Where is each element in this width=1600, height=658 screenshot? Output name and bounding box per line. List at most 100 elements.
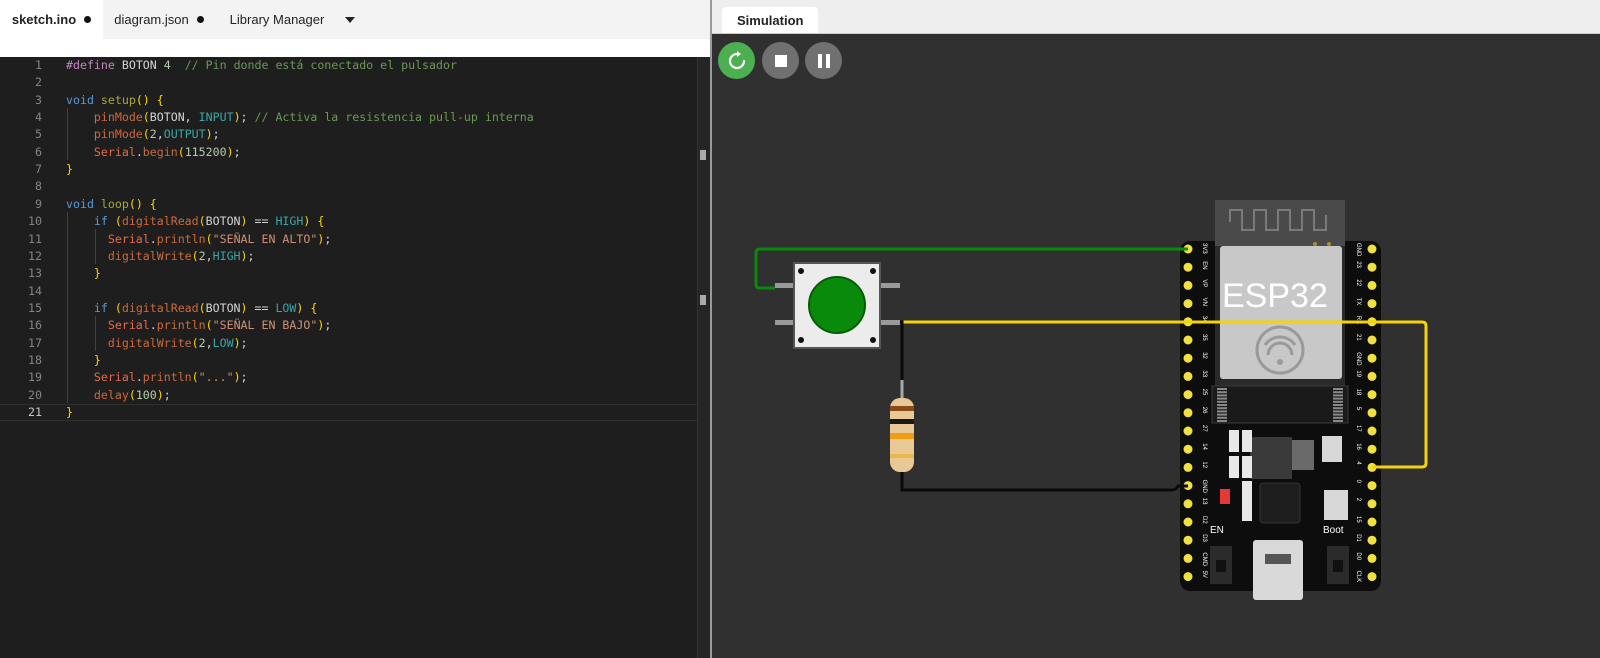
code-line[interactable]: 19 Serial.println("..."); (0, 369, 697, 386)
board-label: ESP32 (1222, 277, 1328, 315)
pin-left[interactable] (1183, 426, 1193, 436)
code-text: void setup() { (66, 92, 164, 107)
code-line[interactable]: 10 if (digitalRead(BOTON) == HIGH) { (0, 213, 697, 230)
pin-left[interactable] (1183, 408, 1193, 418)
pin-label: 13 (1201, 498, 1207, 505)
code-line[interactable]: 8 (0, 178, 697, 195)
tabs-dropdown-button[interactable] (338, 0, 362, 39)
code-line[interactable]: 7} (0, 161, 697, 178)
pin-right[interactable] (1367, 335, 1377, 345)
code-area[interactable]: 1 #define BOTON 4 // Pin donde está conec… (0, 57, 697, 658)
pin-right[interactable] (1367, 408, 1377, 418)
pin-label: TX (1355, 298, 1361, 306)
code-line[interactable]: 13 } (0, 265, 697, 282)
wire-black-to-gnd[interactable] (900, 472, 1188, 492)
pin-right[interactable] (1367, 572, 1377, 582)
code-line[interactable]: 4 pinMode(BOTON, INPUT); // Activa la re… (0, 109, 697, 126)
line-number: 2 (35, 75, 42, 90)
pin-label: CMD (1201, 552, 1207, 566)
code-line[interactable]: 9 void loop() { (0, 196, 697, 213)
line-number: 15 (28, 300, 42, 315)
pin-label: D0 (1355, 552, 1361, 560)
pin-right[interactable] (1367, 426, 1377, 436)
code-line[interactable]: 20 delay(100); (0, 387, 697, 404)
pin-left[interactable] (1183, 353, 1193, 363)
pin-label: VP (1201, 279, 1207, 287)
pin-left[interactable] (1183, 280, 1193, 290)
pin-label: 33 (1201, 370, 1207, 377)
pin-left[interactable] (1183, 572, 1193, 582)
code-text: } (93, 266, 101, 281)
code-line[interactable]: 21} (0, 404, 697, 421)
code-line[interactable]: 15 if (digitalRead(BOTON) == LOW) { (0, 300, 697, 317)
code-line[interactable]: 1 #define BOTON 4 // Pin donde está conec… (0, 57, 697, 74)
pin-left[interactable] (1183, 390, 1193, 400)
pin-left[interactable] (1183, 462, 1193, 472)
pin-right[interactable] (1367, 553, 1377, 563)
pin-left[interactable] (1183, 553, 1193, 563)
esp32-board[interactable]: ESP32 EN Boot 3V3ENVPVN34353233252627141… (1180, 200, 1381, 600)
pin-right[interactable] (1367, 262, 1377, 272)
pin-right[interactable] (1367, 280, 1377, 290)
tab-library-manager[interactable]: Library Manager (222, 0, 332, 39)
pin-label: D1 (1355, 534, 1361, 542)
line-number: 1 (35, 58, 42, 72)
pin-right[interactable] (1367, 481, 1377, 491)
pin-label: 22 (1355, 279, 1361, 286)
pin-label: 23 (1355, 261, 1361, 268)
en-label: EN (1210, 525, 1224, 536)
line-number: 16 (28, 318, 42, 333)
pin-left[interactable] (1183, 535, 1193, 545)
pin-right[interactable] (1367, 517, 1377, 527)
pin-left[interactable] (1183, 499, 1193, 509)
pin-label: 32 (1201, 352, 1207, 359)
code-text: pinMode(BOTON, INPUT); // Activa la resi… (93, 110, 534, 125)
pin-left[interactable] (1183, 262, 1193, 272)
code-text: } (66, 162, 73, 177)
pin-right[interactable] (1367, 499, 1377, 509)
code-text: } (66, 405, 73, 419)
code-text: #define BOTON 4 // Pin donde está conect… (66, 58, 457, 72)
editor-scrollbar[interactable] (697, 57, 711, 658)
pin-left[interactable] (1183, 335, 1193, 345)
tab-diagram-json[interactable]: diagram.json (106, 0, 212, 39)
pin-right[interactable] (1367, 390, 1377, 400)
pin-right[interactable] (1367, 353, 1377, 363)
code-line[interactable]: 16 Serial.println("SEÑAL EN BAJO"); (0, 317, 697, 334)
pin-right[interactable] (1367, 444, 1377, 454)
pin-right[interactable] (1367, 371, 1377, 381)
code-line[interactable]: 14 (0, 283, 697, 300)
code-line[interactable]: 12 digitalWrite(2,HIGH); (0, 248, 697, 265)
code-line[interactable]: 11 Serial.println("SEÑAL EN ALTO"); (0, 231, 697, 248)
wire-black-to-button[interactable] (900, 320, 904, 380)
pin-left[interactable] (1183, 371, 1193, 381)
scroll-marker (700, 295, 706, 305)
boot-button[interactable] (1333, 560, 1343, 572)
code-line[interactable]: 6 Serial.begin(115200); (0, 144, 697, 161)
code-line[interactable]: 17 digitalWrite(2,LOW); (0, 335, 697, 352)
pushbutton[interactable] (775, 262, 900, 349)
code-line[interactable]: 18 } (0, 352, 697, 369)
tab-sketch-ino[interactable]: sketch.ino (0, 0, 103, 39)
line-number: 3 (35, 92, 42, 107)
line-number: 17 (28, 335, 42, 350)
code-text: Serial.println("..."); (93, 370, 248, 385)
pin-right[interactable] (1367, 299, 1377, 309)
circuit-canvas[interactable]: ESP32 EN Boot 3V3ENVPVN34353233252627141… (712, 0, 1600, 658)
line-number: 14 (28, 283, 42, 298)
pin-left[interactable] (1183, 517, 1193, 527)
code-line[interactable]: 2 (0, 74, 697, 91)
pin-left[interactable] (1183, 444, 1193, 454)
line-number: 6 (35, 144, 42, 159)
en-button[interactable] (1216, 560, 1226, 572)
code-line[interactable]: 3 void setup() { (0, 92, 697, 109)
pin-right[interactable] (1367, 535, 1377, 545)
code-line[interactable]: 5 pinMode(2,OUTPUT); (0, 126, 697, 143)
pin-label: 16 (1355, 443, 1361, 450)
line-number: 10 (28, 214, 42, 229)
tab-label: sketch.ino (11, 12, 77, 27)
line-number: 18 (28, 352, 42, 367)
pin-left[interactable] (1183, 299, 1193, 309)
code-text: } (93, 352, 101, 367)
pin-right[interactable] (1367, 244, 1377, 254)
